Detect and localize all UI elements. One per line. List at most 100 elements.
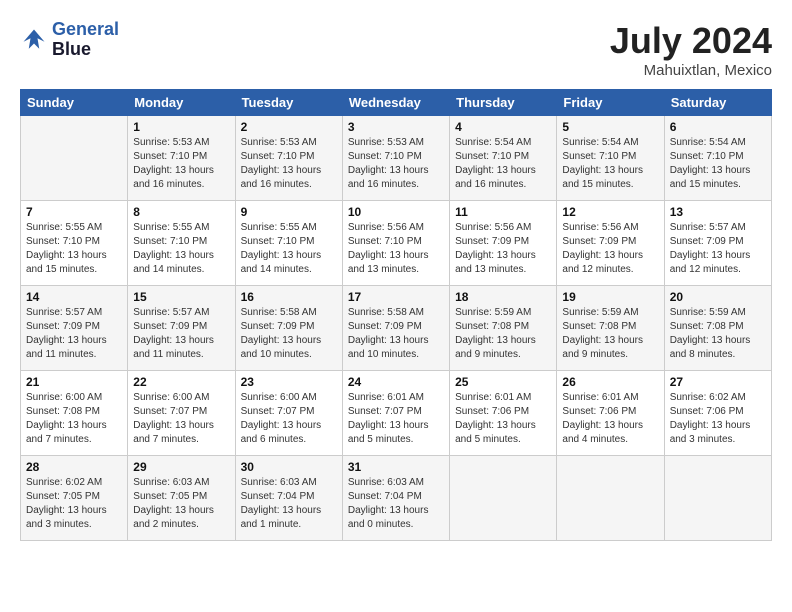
day-number: 27 [670,375,766,389]
day-number: 13 [670,205,766,219]
day-number: 24 [348,375,444,389]
calendar-day-cell: 12Sunrise: 5:56 AMSunset: 7:09 PMDayligh… [557,201,664,286]
day-info: Sunrise: 5:59 AMSunset: 7:08 PMDaylight:… [562,306,658,362]
day-number: 1 [133,120,229,134]
day-info: Sunrise: 6:00 AMSunset: 7:08 PMDaylight:… [26,391,122,447]
day-number: 7 [26,205,122,219]
calendar-day-cell: 30 Sunrise: 6:03 AMSunset: 7:04 PMDayligh… [235,456,342,541]
title-block: July 2024 Mahuixtlan, Mexico [610,20,772,79]
calendar-day-cell [664,456,771,541]
weekday-header-cell: Wednesday [342,90,449,116]
day-info: Sunrise: 5:56 AMSunset: 7:10 PMDaylight:… [348,221,444,277]
day-info: Sunrise: 5:53 AMSunset: 7:10 PMDaylight:… [348,136,444,192]
day-info: Sunrise: 6:03 AMSunset: 7:04 PMDaylight:… [241,476,337,532]
day-number: 16 [241,290,337,304]
calendar-day-cell [21,116,128,201]
day-info: Sunrise: 5:54 AMSunset: 7:10 PMDaylight:… [670,136,766,192]
weekday-header-cell: Saturday [664,90,771,116]
calendar-day-cell: 4 Sunrise: 5:54 AMSunset: 7:10 PMDaylight… [450,116,557,201]
calendar-day-cell: 27 Sunrise: 6:02 AMSunset: 7:06 PMDayligh… [664,371,771,456]
day-info: Sunrise: 5:56 AMSunset: 7:09 PMDaylight:… [455,221,551,277]
day-info: Sunrise: 6:01 AMSunset: 7:06 PMDaylight:… [455,391,551,447]
day-info: Sunrise: 5:59 AMSunset: 7:08 PMDaylight:… [455,306,551,362]
calendar-week-row: 28 Sunrise: 6:02 AMSunset: 7:05 PMDayligh… [21,456,772,541]
location-subtitle: Mahuixtlan, Mexico [610,62,772,79]
calendar-day-cell: 21 Sunrise: 6:00 AMSunset: 7:08 PMDayligh… [21,371,128,456]
weekday-header-cell: Sunday [21,90,128,116]
calendar-day-cell: 29Sunrise: 6:03 AMSunset: 7:05 PMDayligh… [128,456,235,541]
calendar-day-cell: 18 Sunrise: 5:59 AMSunset: 7:08 PMDayligh… [450,286,557,371]
weekday-header-cell: Thursday [450,90,557,116]
day-number: 23 [241,375,337,389]
calendar-day-cell: 5 Sunrise: 5:54 AMSunset: 7:10 PMDaylight… [557,116,664,201]
calendar-day-cell: 25 Sunrise: 6:01 AMSunset: 7:06 PMDayligh… [450,371,557,456]
day-number: 8 [133,205,229,219]
day-number: 5 [562,120,658,134]
calendar-week-row: 7 Sunrise: 5:55 AMSunset: 7:10 PMDaylight… [21,201,772,286]
calendar-day-cell: 9 Sunrise: 5:55 AMSunset: 7:10 PMDaylight… [235,201,342,286]
day-info: Sunrise: 5:55 AMSunset: 7:10 PMDaylight:… [133,221,229,277]
day-number: 4 [455,120,551,134]
day-info: Sunrise: 5:57 AMSunset: 7:09 PMDaylight:… [26,306,122,362]
calendar-week-row: 14Sunrise: 5:57 AMSunset: 7:09 PMDayligh… [21,286,772,371]
day-number: 17 [348,290,444,304]
calendar-day-cell: 14Sunrise: 5:57 AMSunset: 7:09 PMDayligh… [21,286,128,371]
calendar-day-cell: 26Sunrise: 6:01 AMSunset: 7:06 PMDayligh… [557,371,664,456]
day-info: Sunrise: 5:59 AMSunset: 7:08 PMDaylight:… [670,306,766,362]
day-number: 30 [241,460,337,474]
weekday-header-cell: Monday [128,90,235,116]
day-info: Sunrise: 5:54 AMSunset: 7:10 PMDaylight:… [455,136,551,192]
day-info: Sunrise: 5:57 AMSunset: 7:09 PMDaylight:… [133,306,229,362]
day-info: Sunrise: 5:54 AMSunset: 7:10 PMDaylight:… [562,136,658,192]
calendar-day-cell: 15Sunrise: 5:57 AMSunset: 7:09 PMDayligh… [128,286,235,371]
calendar-day-cell: 3 Sunrise: 5:53 AMSunset: 7:10 PMDaylight… [342,116,449,201]
calendar-day-cell: 11 Sunrise: 5:56 AMSunset: 7:09 PMDayligh… [450,201,557,286]
day-number: 18 [455,290,551,304]
day-number: 28 [26,460,122,474]
day-number: 20 [670,290,766,304]
calendar-week-row: 21 Sunrise: 6:00 AMSunset: 7:08 PMDayligh… [21,371,772,456]
day-number: 9 [241,205,337,219]
logo: GeneralBlue [20,20,119,60]
calendar-day-cell: 22Sunrise: 6:00 AMSunset: 7:07 PMDayligh… [128,371,235,456]
day-info: Sunrise: 6:02 AMSunset: 7:06 PMDaylight:… [670,391,766,447]
calendar-table: SundayMondayTuesdayWednesdayThursdayFrid… [20,89,772,541]
calendar-day-cell: 31Sunrise: 6:03 AMSunset: 7:04 PMDayligh… [342,456,449,541]
weekday-header-cell: Friday [557,90,664,116]
page-header: GeneralBlue July 2024 Mahuixtlan, Mexico [20,20,772,79]
day-number: 22 [133,375,229,389]
calendar-day-cell: 8 Sunrise: 5:55 AMSunset: 7:10 PMDaylight… [128,201,235,286]
calendar-day-cell: 24 Sunrise: 6:01 AMSunset: 7:07 PMDayligh… [342,371,449,456]
calendar-day-cell: 28 Sunrise: 6:02 AMSunset: 7:05 PMDayligh… [21,456,128,541]
day-info: Sunrise: 6:00 AMSunset: 7:07 PMDaylight:… [241,391,337,447]
day-info: Sunrise: 5:55 AMSunset: 7:10 PMDaylight:… [241,221,337,277]
day-info: Sunrise: 5:56 AMSunset: 7:09 PMDaylight:… [562,221,658,277]
day-info: Sunrise: 6:01 AMSunset: 7:07 PMDaylight:… [348,391,444,447]
calendar-day-cell: 17 Sunrise: 5:58 AMSunset: 7:09 PMDayligh… [342,286,449,371]
calendar-day-cell: 23 Sunrise: 6:00 AMSunset: 7:07 PMDayligh… [235,371,342,456]
day-number: 26 [562,375,658,389]
day-info: Sunrise: 5:53 AMSunset: 7:10 PMDaylight:… [241,136,337,192]
day-number: 2 [241,120,337,134]
month-year-title: July 2024 [610,20,772,62]
logo-text: GeneralBlue [52,20,119,60]
calendar-day-cell: 7 Sunrise: 5:55 AMSunset: 7:10 PMDaylight… [21,201,128,286]
day-info: Sunrise: 6:02 AMSunset: 7:05 PMDaylight:… [26,476,122,532]
calendar-day-cell: 10 Sunrise: 5:56 AMSunset: 7:10 PMDayligh… [342,201,449,286]
calendar-day-cell [557,456,664,541]
logo-icon [20,26,48,54]
day-number: 6 [670,120,766,134]
day-info: Sunrise: 5:55 AMSunset: 7:10 PMDaylight:… [26,221,122,277]
calendar-day-cell: 6 Sunrise: 5:54 AMSunset: 7:10 PMDaylight… [664,116,771,201]
day-info: Sunrise: 6:03 AMSunset: 7:04 PMDaylight:… [348,476,444,532]
weekday-header-row: SundayMondayTuesdayWednesdayThursdayFrid… [21,90,772,116]
day-number: 3 [348,120,444,134]
day-number: 21 [26,375,122,389]
calendar-week-row: 1 Sunrise: 5:53 AMSunset: 7:10 PMDaylight… [21,116,772,201]
day-info: Sunrise: 5:58 AMSunset: 7:09 PMDaylight:… [348,306,444,362]
day-number: 10 [348,205,444,219]
day-number: 19 [562,290,658,304]
calendar-day-cell: 16Sunrise: 5:58 AMSunset: 7:09 PMDayligh… [235,286,342,371]
day-number: 25 [455,375,551,389]
day-number: 11 [455,205,551,219]
